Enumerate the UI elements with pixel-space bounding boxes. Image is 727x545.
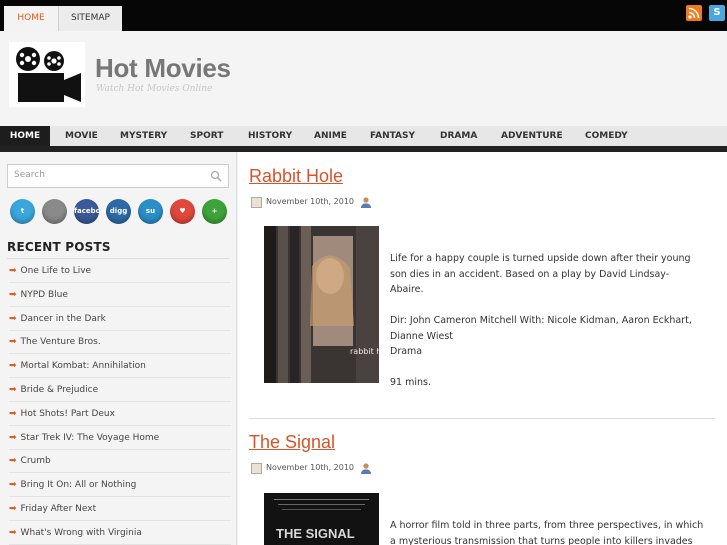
site-header: Hot Movies Watch Hot Movies Online (0, 31, 727, 126)
arrow-right-icon: ➡ (9, 504, 17, 514)
recent-post-link[interactable]: ➡ Bride & Prejudice (9, 378, 231, 402)
recent-post-label: Dancer in the Dark (20, 313, 106, 324)
facebook-icon[interactable]: facebook (74, 199, 110, 224)
nav-item-fantasy[interactable]: FANTASY (370, 126, 415, 146)
post-excerpt: Life for a happy couple is turned upside… (390, 251, 692, 391)
recent-post-link[interactable]: ➡ Dancer in the Dark (9, 307, 231, 331)
recent-post-label: Friday After Next (20, 504, 97, 514)
search-input[interactable]: Search (7, 164, 229, 188)
nav-item-adventure[interactable]: ADVENTURE (501, 126, 563, 146)
nav-item-history[interactable]: HISTORY (248, 126, 292, 146)
recent-posts-heading: RECENT POSTS (7, 240, 111, 254)
recent-post-link[interactable]: ➡ Bring It On: All or Nothing (9, 473, 231, 498)
recent-post-label: One Life to Live (20, 266, 92, 276)
arrow-right-icon: ➡ (9, 527, 17, 538)
calendar-icon (251, 197, 262, 208)
author-icon[interactable] (360, 196, 372, 208)
arrow-right-icon: ➡ (9, 480, 17, 491)
recent-post-link[interactable]: ➡ Hot Shots! Part Deux (9, 402, 231, 426)
recent-post-link[interactable]: ➡ Crumb (9, 449, 231, 474)
recent-post-label: Crumb (20, 456, 51, 467)
post-line: Drama (390, 346, 423, 357)
arrow-right-icon: ➡ (9, 432, 17, 443)
nav-item-sport[interactable]: SPORT (190, 126, 223, 146)
recent-post-label: The Venture Bros. (20, 337, 101, 348)
add-icon[interactable]: + (202, 199, 227, 224)
post-title[interactable]: Rabbit Hole (249, 166, 343, 187)
arrow-right-icon: ➡ (9, 385, 17, 395)
post-date: November 10th, 2010 (266, 197, 354, 206)
arrow-right-icon: ➡ (9, 408, 17, 419)
post-line (390, 360, 692, 376)
nav-item-anime[interactable]: ANIME (314, 126, 347, 146)
post-line: 91 mins. (390, 377, 431, 388)
rabbit-hole-poster[interactable]: rabbit hole (264, 226, 379, 383)
post-line: Life for a happy couple is turned upside… (390, 253, 691, 264)
calendar-icon (251, 463, 262, 474)
recent-post-link[interactable]: ➡ One Life to Live (9, 259, 231, 283)
rss-icon[interactable] (686, 5, 702, 21)
post-line: Dianne Wiest (390, 330, 454, 342)
arrow-right-icon: ➡ (9, 456, 17, 467)
nav-item-home[interactable]: HOME (0, 126, 50, 146)
recent-post-label: Mortal Kombat: Annihilation (20, 361, 146, 372)
film-projector-logo-icon[interactable] (9, 42, 85, 107)
top-bar: HOME SITEMAP S (0, 0, 727, 31)
post-line: a mysterious transmission that turns peo… (390, 535, 693, 545)
top-tab-home[interactable]: HOME (4, 6, 58, 31)
recent-post-label: NYPD Blue (20, 289, 68, 300)
recent-post-link[interactable]: ➡ NYPD Blue (9, 283, 231, 307)
post-line: Abaire. (390, 284, 424, 295)
digg-icon[interactable]: digg (106, 199, 131, 224)
top-tab-sitemap[interactable]: SITEMAP (58, 6, 122, 31)
stumbleupon-icon[interactable]: su (138, 199, 163, 224)
recent-post-link[interactable]: ➡ The Venture Bros. (9, 330, 231, 355)
search-icon[interactable] (210, 170, 222, 182)
delicious-icon[interactable] (42, 199, 67, 224)
search-placeholder: Search (14, 170, 45, 180)
nav-item-comedy[interactable]: COMEDY (585, 126, 628, 146)
site-title[interactable]: Hot Movies (95, 53, 231, 84)
post-line: A horror film told in three parts, from … (390, 520, 704, 531)
post-line (390, 298, 692, 314)
recent-post-label: What's Wrong with Virginia (20, 527, 142, 538)
arrow-right-icon: ➡ (9, 361, 17, 372)
skype-icon[interactable]: S (709, 5, 725, 21)
post-divider (249, 418, 715, 419)
post-excerpt: A horror film told in three parts, from … (390, 518, 703, 545)
recent-post-link[interactable]: ➡ Friday After Next (9, 497, 231, 521)
main-nav: HOME MOVIE MYSTERY SPORT HISTORY ANIME F… (0, 126, 727, 146)
recent-post-link[interactable]: ➡ Mortal Kombat: Annihilation (9, 354, 231, 379)
arrow-right-icon: ➡ (9, 289, 17, 300)
nav-item-movie[interactable]: MOVIE (65, 126, 98, 146)
twitter-icon[interactable]: t (10, 199, 35, 224)
poster-title: THE SIGNAL (276, 526, 355, 541)
nav-item-drama[interactable]: DRAMA (440, 126, 477, 146)
post-line: son dies in an accident. Based on a play… (390, 268, 670, 280)
arrow-right-icon: ➡ (9, 337, 17, 348)
poster-title: rabbit hole (350, 347, 379, 356)
recent-post-link[interactable]: ➡ Star Trek IV: The Voyage Home (9, 426, 231, 450)
post-date: November 10th, 2010 (266, 463, 354, 472)
recent-post-label: Bring It On: All or Nothing (20, 480, 137, 491)
the-signal-poster[interactable]: THE SIGNAL (264, 493, 379, 545)
recent-post-label: Hot Shots! Part Deux (20, 408, 115, 419)
favorite-icon[interactable]: ♥ (170, 199, 195, 224)
arrow-right-icon: ➡ (9, 313, 17, 324)
recent-post-link[interactable]: ➡ What's Wrong with Virginia (9, 521, 231, 545)
nav-item-mystery[interactable]: MYSTERY (120, 126, 167, 146)
post-title[interactable]: The Signal (249, 432, 335, 453)
arrow-right-icon: ➡ (9, 266, 17, 276)
recent-post-label: Bride & Prejudice (20, 385, 99, 395)
post-line: Dir: John Cameron Mitchell With: Nicole … (390, 315, 692, 326)
recent-post-label: Star Trek IV: The Voyage Home (20, 432, 160, 443)
site-tagline: Watch Hot Movies Online (96, 84, 213, 94)
author-icon[interactable] (360, 462, 372, 474)
